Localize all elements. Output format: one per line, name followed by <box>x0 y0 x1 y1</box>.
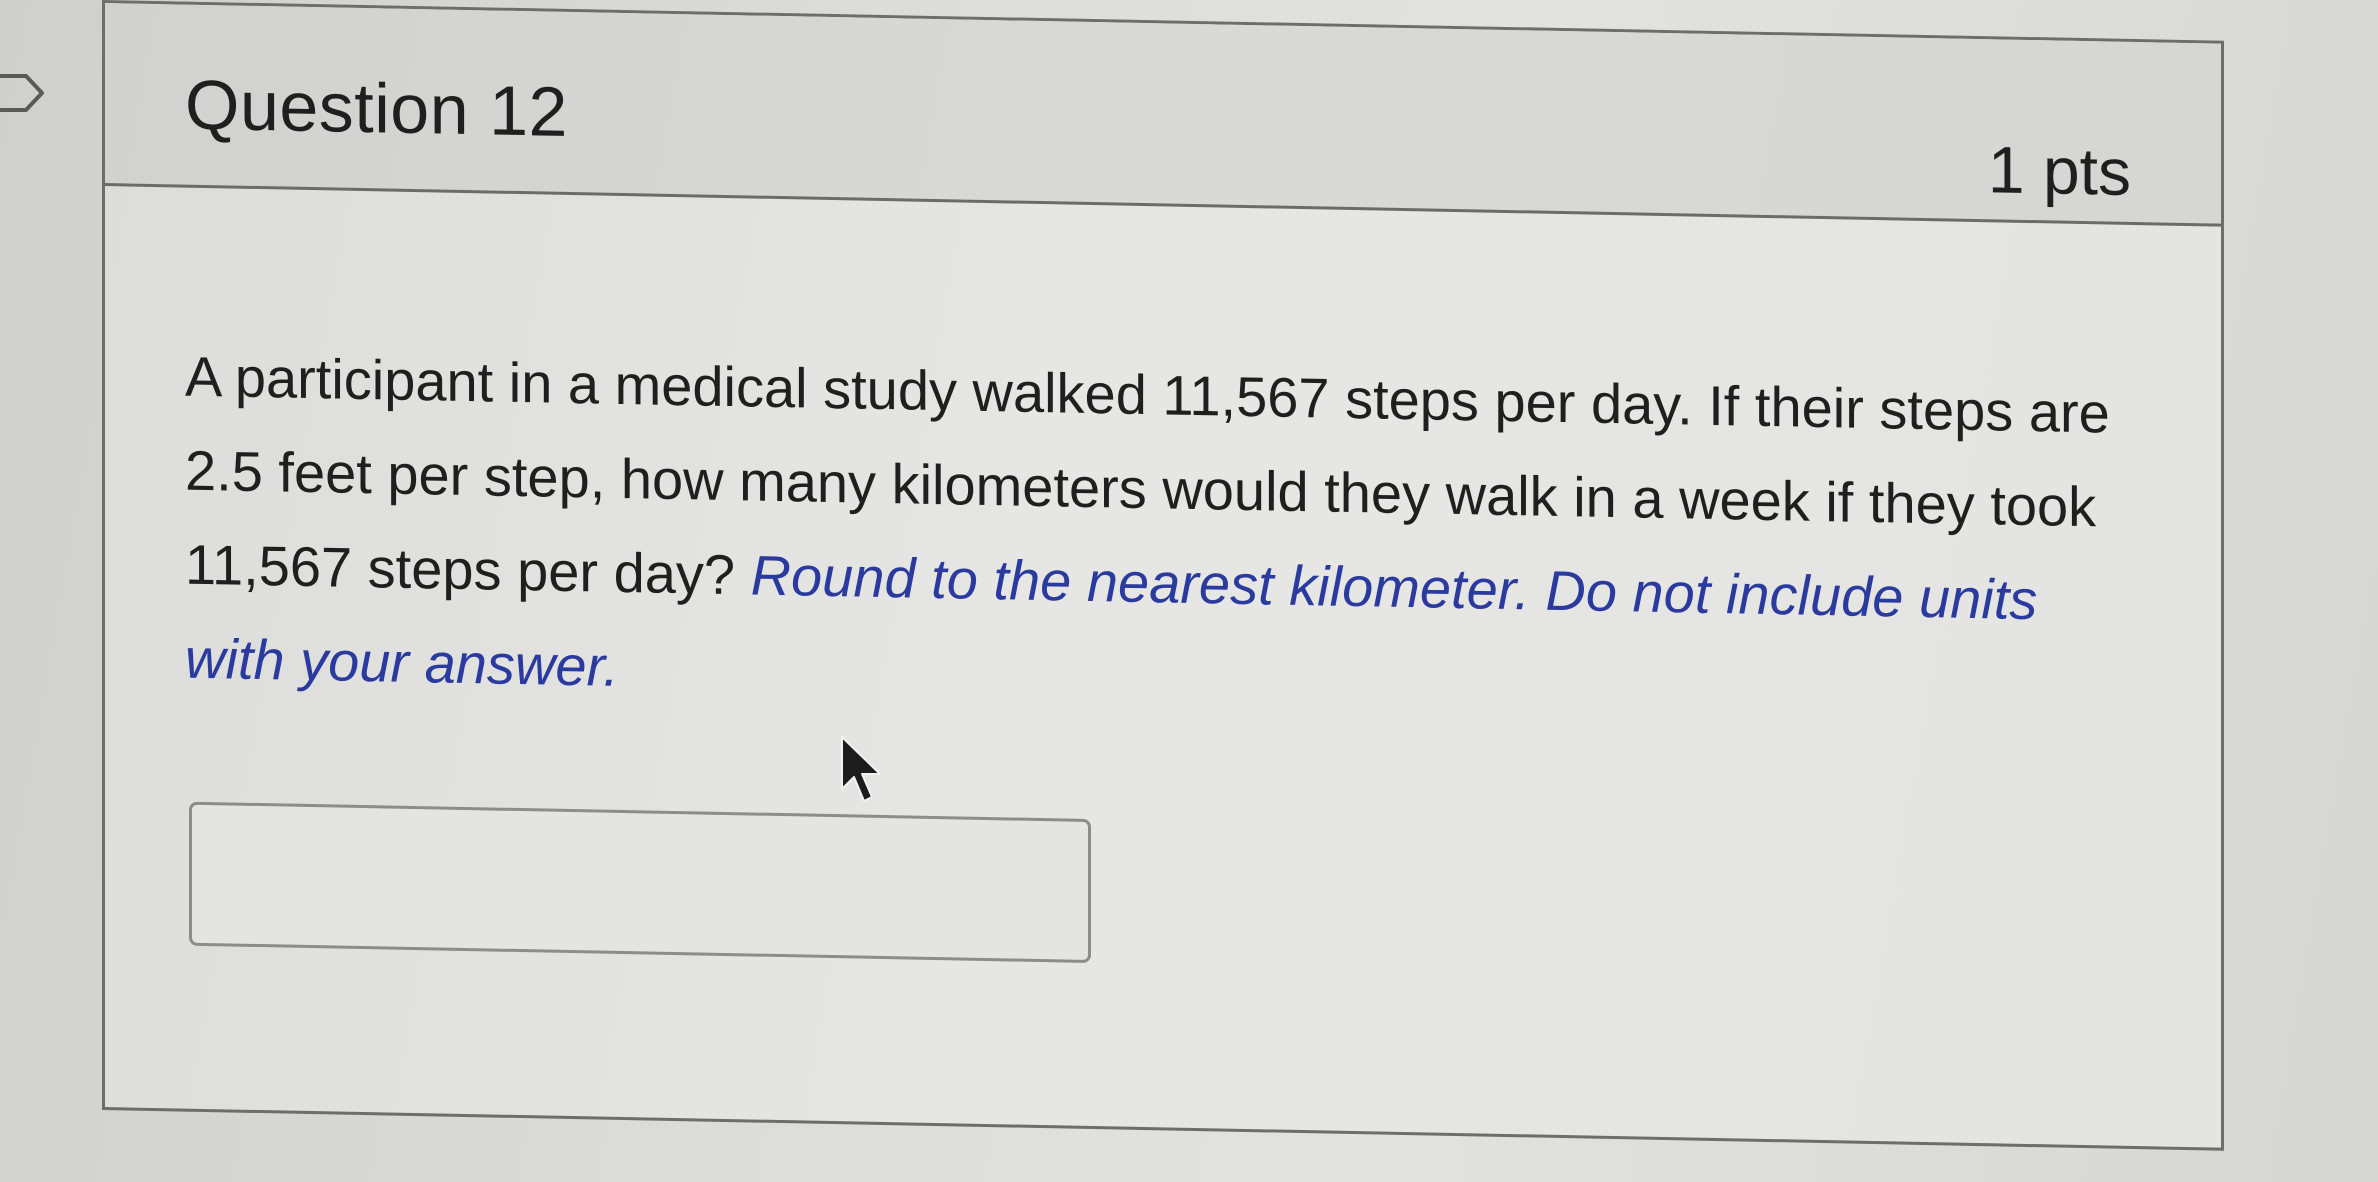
answer-input[interactable] <box>189 801 1091 963</box>
bookmark-icon[interactable] <box>0 62 52 124</box>
question-card: Question 12 1 pts A participant in a med… <box>102 0 2224 1151</box>
question-points: 1 pts <box>1987 132 2131 209</box>
question-text: A participant in a medical study walked … <box>185 330 2145 744</box>
question-title: Question 12 <box>185 65 568 151</box>
question-header: Question 12 1 pts <box>105 3 2221 227</box>
mouse-pointer-icon <box>838 735 886 805</box>
